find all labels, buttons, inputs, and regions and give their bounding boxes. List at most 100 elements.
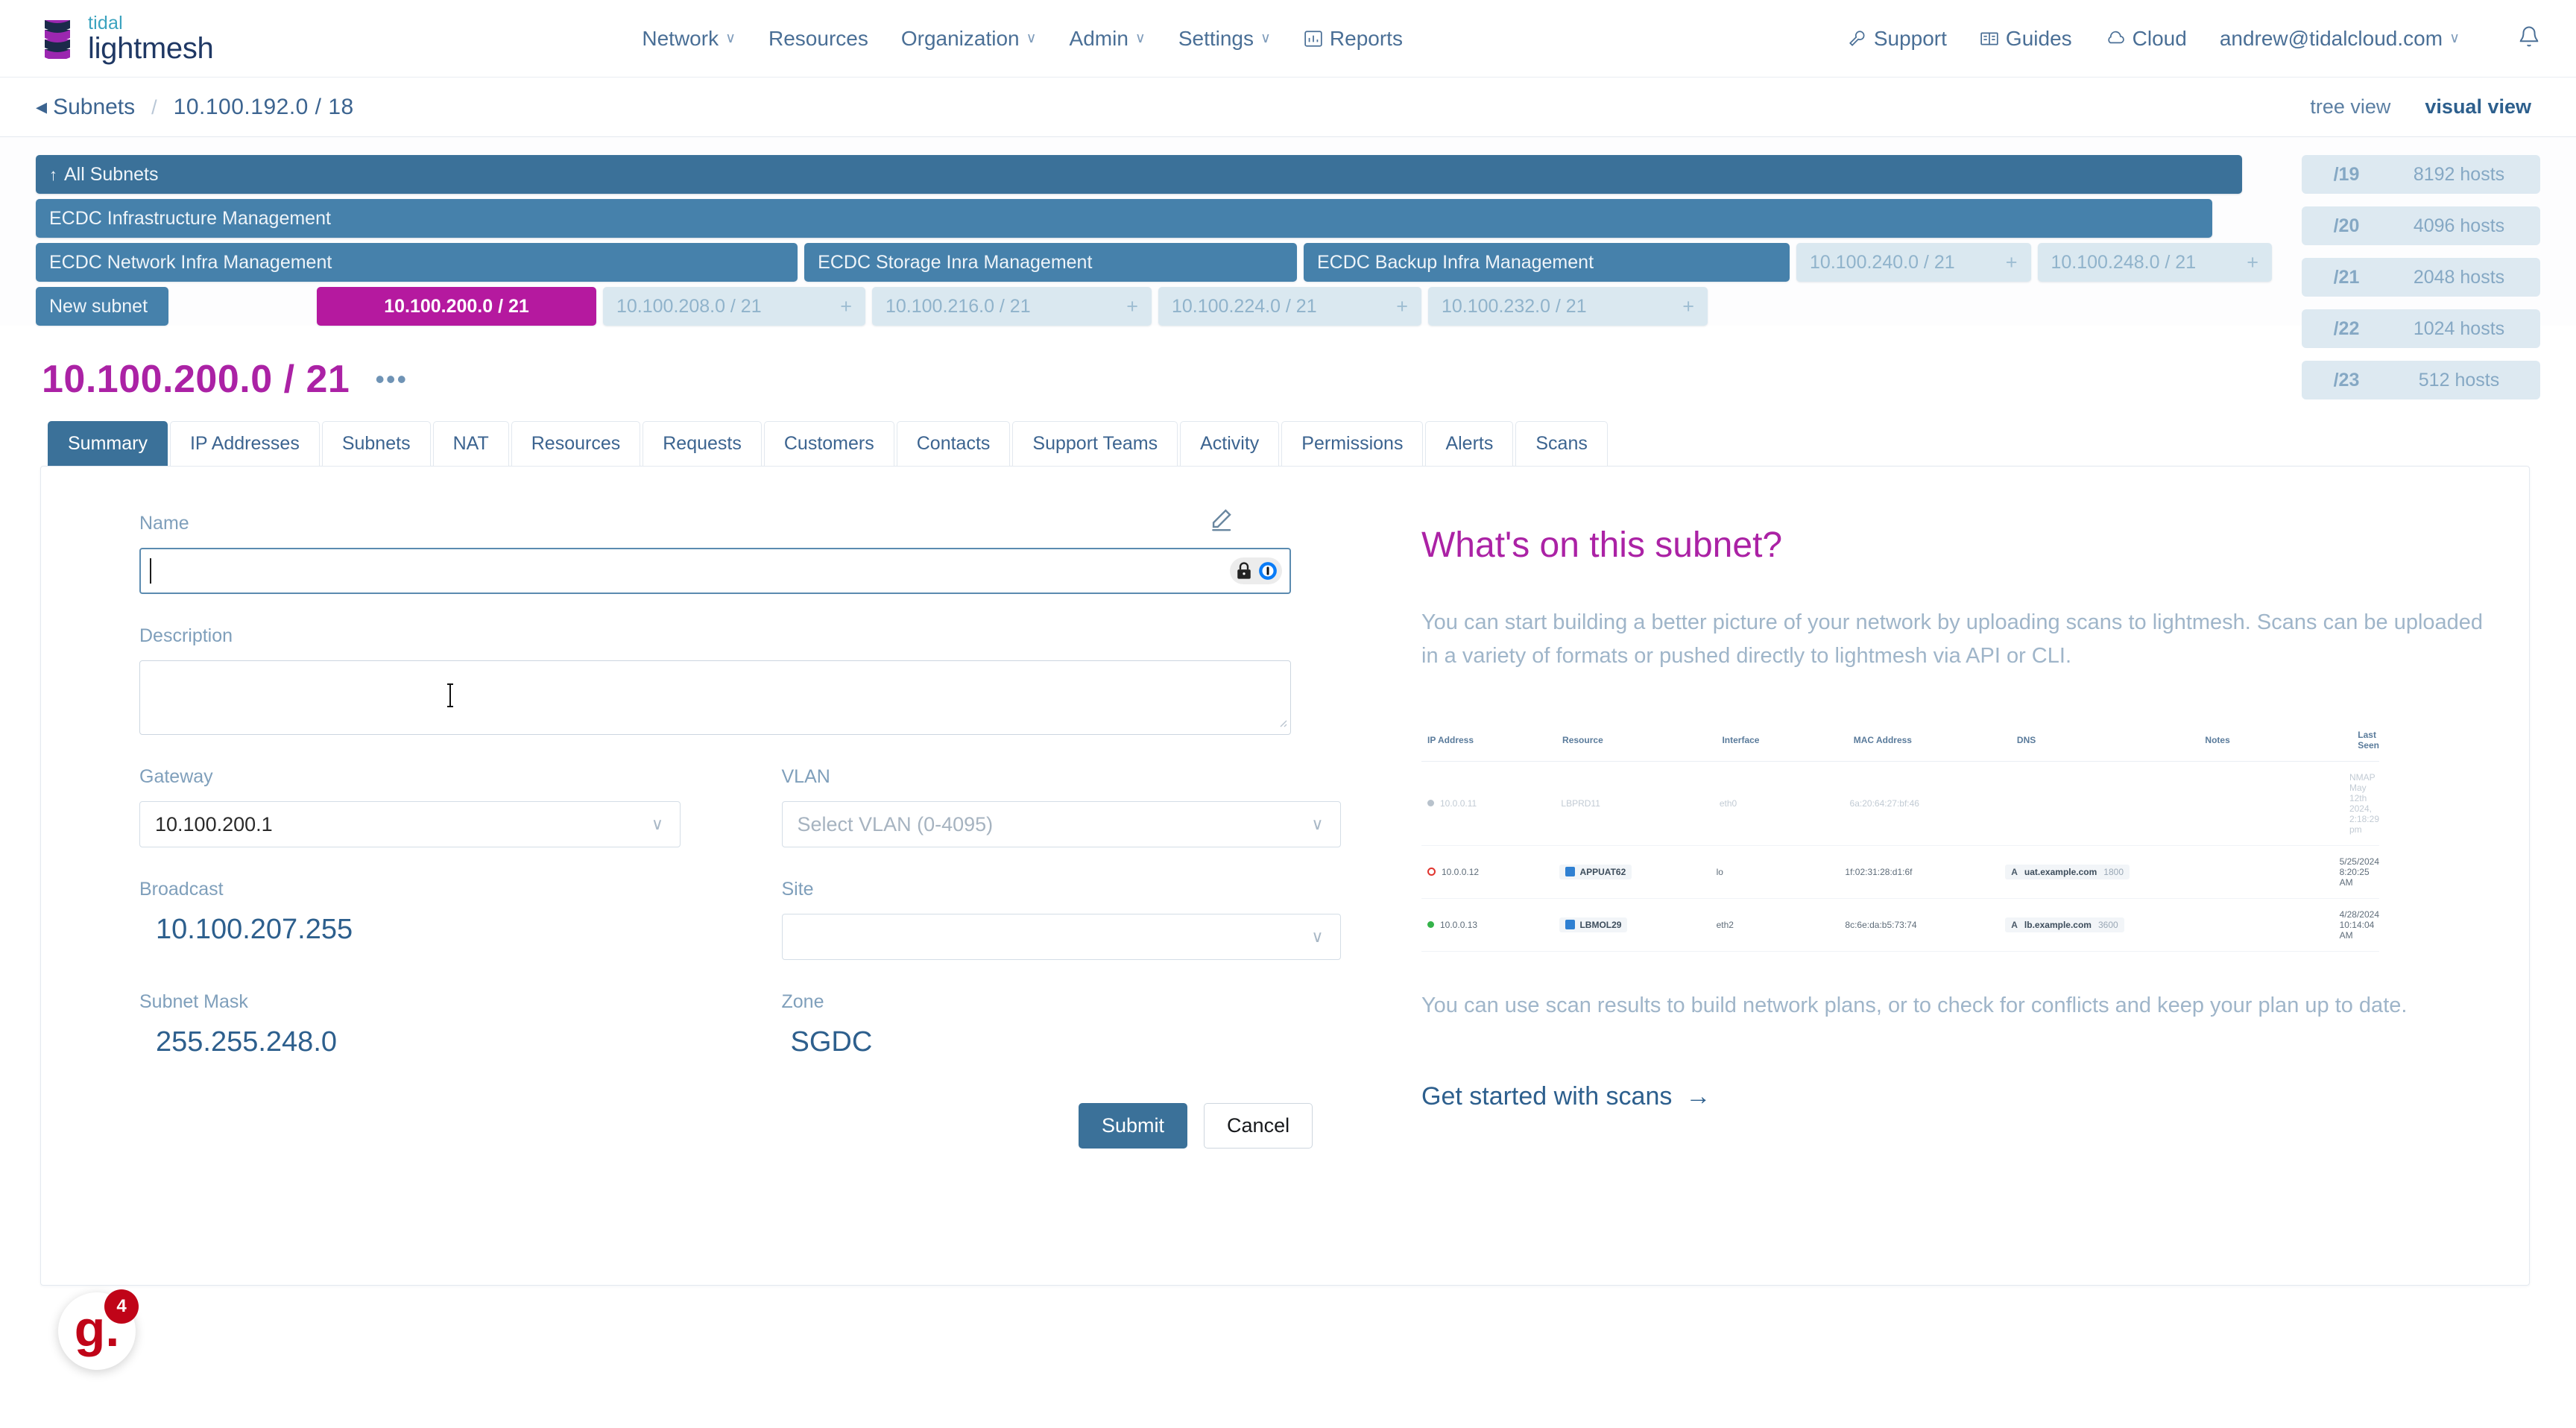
nav-label: Guides [2005,26,2072,50]
breadcrumb-back-link[interactable]: ◂ Subnets [36,94,135,120]
breadcrumb-current: 10.100.192.0 / 18 [173,95,354,119]
map-cell-label: ECDC Storage Inra Management [818,251,1093,273]
vlan-select[interactable]: Select VLAN (0-4095) ∨ [781,801,1341,847]
map-cell-10-100-208-0-21[interactable]: 10.100.208.0 / 21 + [603,287,865,326]
gateway-select[interactable]: 10.100.200.1 ∨ [139,801,681,847]
name-label: Name [139,513,189,534]
nav-item-guides[interactable]: Guides [1963,27,2089,51]
map-cell-label: 10.100.248.0 / 21 [2051,251,2197,273]
add-subnet-plus-icon[interactable]: + [1682,295,1694,318]
add-subnet-plus-icon[interactable]: + [840,295,852,318]
map-cell-label: 10.100.224.0 / 21 [1172,295,1317,317]
gateway-vlan-row: Gateway 10.100.200.1 ∨ VLAN Select VLAN … [139,766,1375,847]
tab-alerts[interactable]: Alerts [1425,421,1514,466]
onepassword-icon[interactable] [1230,557,1282,584]
legend-cidr: /23 [2333,369,2360,391]
view-switcher: tree view visual view [2310,95,2531,119]
resource-chip: APPUAT62 [1559,864,1632,879]
submit-button[interactable]: Submit [1079,1103,1188,1149]
map-cell-10-100-224-0-21[interactable]: 10.100.224.0 / 21 + [1158,287,1421,326]
tab-requests[interactable]: Requests [643,421,762,466]
map-cell-label: 10.100.240.0 / 21 [1810,251,1955,273]
gateway-value: 10.100.200.1 [155,812,273,835]
nav-item-admin[interactable]: Admin ∨ [1053,27,1162,51]
breadcrumb-back-label: Subnets [53,94,136,119]
tab-summary[interactable]: Summary [48,421,168,466]
page-overflow-menu-icon[interactable]: ••• [375,365,408,393]
map-bar-ecdc-infrastructure-management[interactable]: ECDC Infrastructure Management [36,199,2212,238]
nav-item-user-account[interactable]: andrew@tidalcloud.com ∨ [2203,27,2476,51]
map-cell-ecdc-backup-infra-management[interactable]: ECDC Backup Infra Management [1304,243,1790,282]
notifications-bell-icon[interactable] [2518,25,2540,51]
column-header-ip-address: IP Address [1427,734,1474,745]
nav-item-cloud[interactable]: Cloud [2089,27,2203,51]
description-textarea[interactable] [139,660,1291,735]
tab-customers[interactable]: Customers [763,421,894,466]
map-cell-10-100-200-0-21-selected[interactable]: 10.100.200.0 / 21 [317,287,596,326]
support-chat-launcher[interactable]: g. 4 [58,1289,139,1370]
get-started-with-scans-link[interactable]: Get started with scans → [1421,1082,1711,1111]
resize-grip-icon[interactable] [1276,716,1288,732]
tab-scans[interactable]: Scans [1515,421,1608,466]
table-header-row: IP Address Resource Interface MAC Addres… [1421,722,2379,762]
tab-ip-addresses[interactable]: IP Addresses [169,421,320,466]
tab-nat[interactable]: NAT [432,421,509,466]
tab-support-teams[interactable]: Support Teams [1012,421,1178,466]
edit-pencil-icon[interactable] [1208,507,1234,536]
map-bar-label: ECDC Infrastructure Management [49,207,331,229]
zone-value: SGDC [790,1026,873,1058]
tree-view-link[interactable]: tree view [2310,95,2390,119]
add-subnet-plus-icon[interactable]: + [1396,295,1408,318]
map-cell-10-100-248-0-21[interactable]: 10.100.248.0 / 21 + [2037,243,2272,282]
chevron-down-icon: ∨ [1134,31,1146,46]
add-subnet-plus-icon[interactable]: + [1126,295,1138,318]
tab-contacts[interactable]: Contacts [896,421,1011,466]
add-subnet-plus-icon[interactable]: + [2247,251,2258,274]
app-logo[interactable]: tidal lightmesh [42,12,214,65]
cancel-button[interactable]: Cancel [1204,1103,1313,1149]
logo-text-lightmesh: lightmesh [88,31,214,65]
nav-item-reports[interactable]: Reports [1287,27,1419,51]
map-cell-10-100-240-0-21[interactable]: 10.100.240.0 / 21 + [1796,243,2031,282]
map-cell-ecdc-storage-inra-management[interactable]: ECDC Storage Inra Management [804,243,1297,282]
nav-item-resources[interactable]: Resources [752,27,885,51]
subnet-visual-map: ↑ All Subnets ECDC Infrastructure Managem… [0,137,2576,399]
visual-view-link[interactable]: visual view [2425,95,2531,119]
tab-resources[interactable]: Resources [511,421,641,466]
legend-hosts: 1024 hosts [2413,317,2505,339]
nav-item-support[interactable]: Support [1831,27,1963,51]
name-input[interactable] [139,548,1291,594]
add-subnet-plus-icon[interactable]: + [2006,251,2018,274]
resource-chip: LBMOL29 [1559,917,1628,932]
map-cell-new-subnet[interactable]: New subnet [36,287,168,326]
nav-item-organization[interactable]: Organization ∨ [885,27,1053,51]
legend-row: /21 2048 hosts [2302,258,2540,297]
info-panel: What's on this subnet? You can start bui… [1375,467,2529,1285]
logo-text-tidal: tidal [88,12,123,34]
nav-item-settings[interactable]: Settings ∨ [1162,27,1287,51]
map-bar-label: ↑ All Subnets [49,163,159,185]
get-started-label: Get started with scans [1421,1081,1673,1111]
map-bar-all-subnets[interactable]: ↑ All Subnets [36,155,2242,194]
broadcast-field-group: Broadcast 10.100.207.255 [139,879,733,960]
nav-label: Cloud [2132,26,2187,50]
tab-activity[interactable]: Activity [1180,421,1280,466]
map-cell-10-100-232-0-21[interactable]: 10.100.232.0 / 21 + [1428,287,1708,326]
tab-subnets[interactable]: Subnets [321,421,431,466]
dns-ttl: 3600 [2097,919,2118,930]
status-dot-icon [1427,921,1434,929]
dns-chip: A uat.example.com 1800 [2005,864,2130,879]
breadcrumb-bar: ◂ Subnets / 10.100.192.0 / 18 tree view … [0,78,2576,137]
site-select[interactable]: ∨ [781,914,1341,960]
map-cell-ecdc-network-infra-management[interactable]: ECDC Network Infra Management [36,243,798,282]
tab-permissions[interactable]: Permissions [1281,421,1424,466]
broadcast-site-row: Broadcast 10.100.207.255 Site ∨ [139,879,1375,960]
breadcrumb-separator: / [151,96,157,119]
legend-row: /23 512 hosts [2302,361,2540,399]
cell-ip-address: 10.0.0.11 [1427,798,1561,809]
server-icon [1565,867,1576,877]
nav-item-network[interactable]: Network ∨ [625,27,752,51]
column-header-dns: DNS [2016,734,2036,745]
column-header-last-seen: Last Seen [2358,729,2379,751]
map-cell-10-100-216-0-21[interactable]: 10.100.216.0 / 21 + [872,287,1152,326]
